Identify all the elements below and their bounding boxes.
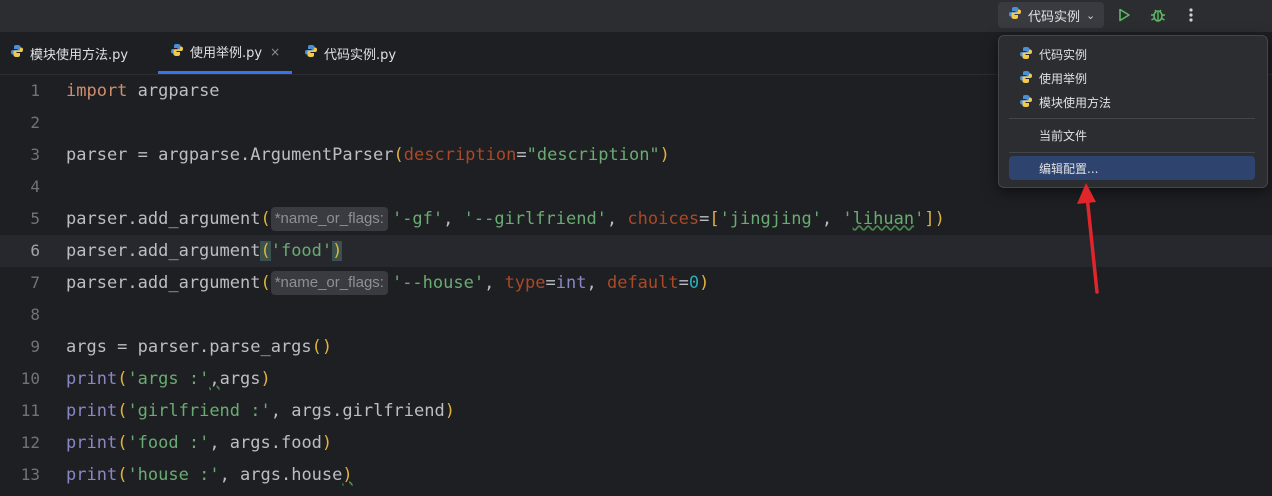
annotation-arrow-icon — [1077, 183, 1099, 294]
